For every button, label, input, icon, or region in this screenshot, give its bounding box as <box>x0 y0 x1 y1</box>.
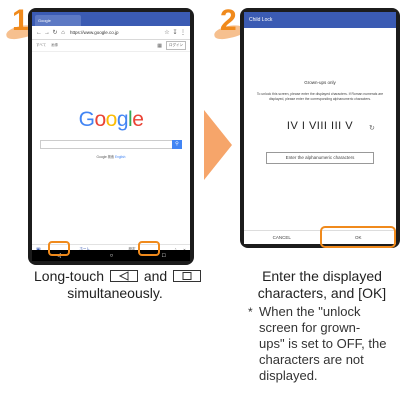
apps-grid-icon[interactable]: ▦ <box>157 43 162 49</box>
back-icon[interactable]: ← <box>35 30 43 36</box>
caption-and: and <box>143 268 168 284</box>
google-logo: Google <box>32 108 190 132</box>
home-nav-icon[interactable]: ○ <box>110 253 114 259</box>
browser-tab-bar: Google <box>32 12 190 26</box>
tablet-frame-1: Google ← → ↻ ⌂ https://www.google.co.jp … <box>28 8 194 265</box>
reload-icon[interactable]: ↻ <box>51 29 59 36</box>
url-field[interactable]: https://www.google.co.jp <box>70 30 163 35</box>
english-link[interactable]: English <box>115 155 125 159</box>
logo-letter: o <box>105 108 118 131</box>
code-input[interactable]: Enter the alphanumeric characters <box>266 152 374 164</box>
search-input[interactable]: ⚲ <box>40 140 182 149</box>
note-asterisk: * <box>248 305 253 319</box>
caption-simultaneously: simultaneously. <box>67 285 163 301</box>
child-lock-title: Grown-ups only <box>304 80 336 85</box>
recents-key-icon <box>173 270 202 282</box>
recents-nav-icon[interactable]: □ <box>162 253 166 259</box>
tablet-frame-2: Child Lock Grown-ups only To unlock this… <box>240 8 400 248</box>
login-button[interactable]: ログイン <box>166 41 186 50</box>
caption-line-1: Enter the displayed <box>262 268 382 284</box>
caption-long-touch: Long-touch <box>34 268 105 284</box>
browser-tab[interactable]: Google <box>35 15 81 26</box>
caption-line-2: characters, and [OK] <box>257 285 387 301</box>
child-lock-screen: Child Lock Grown-ups only To unlock this… <box>244 12 396 244</box>
forward-icon[interactable]: → <box>43 30 51 36</box>
note-line: When the "unlock <box>259 304 361 319</box>
link-images[interactable]: 画像 <box>51 43 58 48</box>
link-all[interactable]: すべて <box>36 43 46 48</box>
step-1-caption: Long-touch and simultaneously. <box>34 268 204 302</box>
note-line: characters are not <box>259 352 364 367</box>
child-lock-instructions: To unlock this screen, please enter the … <box>256 92 384 101</box>
note-line: screen for grown- <box>259 320 361 335</box>
note-line: ups" is set to OFF, the <box>259 336 387 351</box>
step-number: 1 <box>12 4 29 37</box>
google-top-bar: すべて 画像 ▦ ログイン <box>32 40 190 52</box>
google-search-link[interactable]: Google 検索 <box>97 155 115 159</box>
logo-letter: o <box>94 108 106 131</box>
recents-key-highlight <box>138 241 160 256</box>
logo-letter: G <box>78 108 95 131</box>
back-key-icon <box>109 270 138 282</box>
refresh-icon[interactable]: ↻ <box>369 124 375 132</box>
step-number: 2 <box>220 4 237 37</box>
note-line: displayed. <box>259 368 318 383</box>
child-lock-header: Child Lock <box>244 12 396 28</box>
google-links: Google 検索 English <box>32 154 190 159</box>
ok-button-highlight <box>320 226 396 248</box>
address-bar: ← → ↻ ⌂ https://www.google.co.jp ☆ ↧ ⋮ <box>32 26 190 40</box>
logo-letter: e <box>132 108 144 131</box>
back-key-highlight <box>48 241 70 256</box>
menu-icon[interactable]: ⋮ <box>179 29 187 36</box>
note: * When the "unlock screen for grown- ups… <box>248 304 401 384</box>
cancel-button[interactable]: CANCEL <box>244 231 320 244</box>
step-2-caption: Enter the displayed characters, and [OK] <box>242 268 402 302</box>
logo-letter: g <box>116 108 129 131</box>
browser-screen: Google ← → ↻ ⌂ https://www.google.co.jp … <box>32 12 190 261</box>
home-icon[interactable]: ⌂ <box>59 30 67 36</box>
star-icon[interactable]: ☆ <box>163 29 171 36</box>
arrow-right-icon <box>204 110 232 180</box>
search-icon[interactable]: ⚲ <box>172 140 182 149</box>
download-icon[interactable]: ↧ <box>171 29 179 36</box>
